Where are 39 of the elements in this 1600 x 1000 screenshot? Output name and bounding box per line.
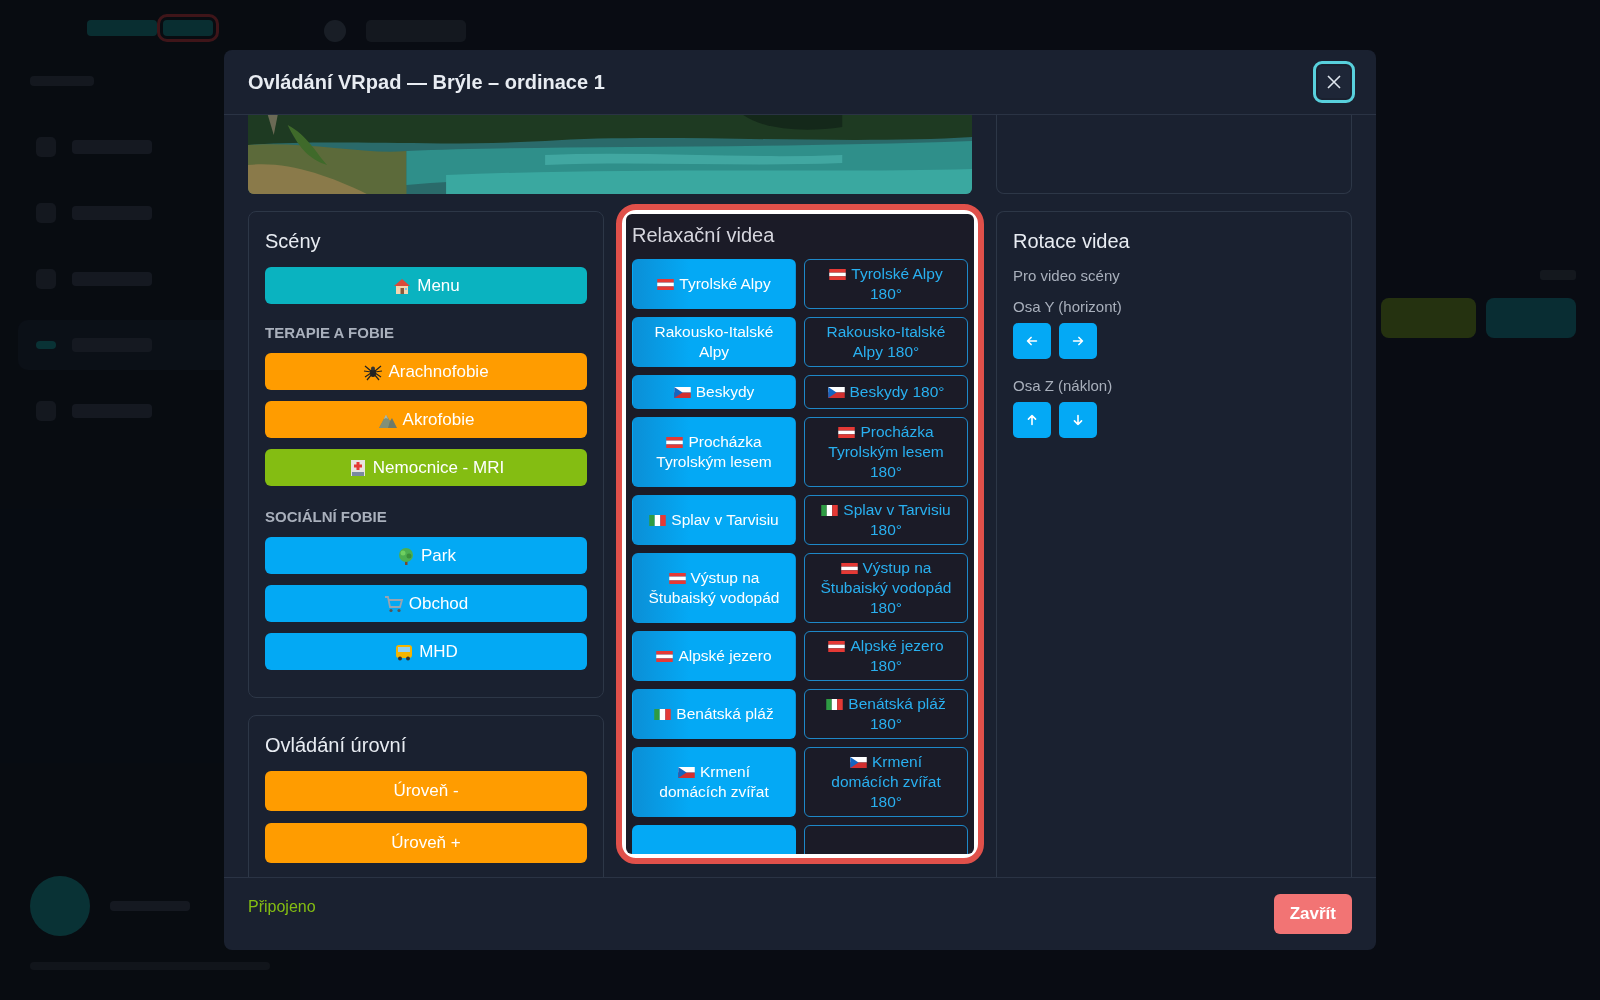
video-button[interactable]: Tyrolské Alpy — [632, 259, 796, 309]
video-button[interactable]: Beskydy — [632, 375, 796, 409]
video-button[interactable]: Procházka Tyrolským lesem — [632, 417, 796, 487]
scene-button[interactable]: Arachnofobie — [265, 353, 587, 390]
video-button[interactable]: Rakousko-Italské Alpy 180° — [804, 317, 968, 367]
panel-title: Scény — [265, 230, 322, 253]
scene-button[interactable]: Park — [265, 537, 587, 574]
close-dialog-button[interactable]: Zavřít — [1273, 894, 1352, 934]
video-button[interactable]: Benátská pláž — [632, 689, 796, 739]
axis-label: Osa Z (náklon) — [1013, 377, 1114, 394]
video-button[interactable]: Beskydy 180° — [804, 375, 968, 409]
panel-title: Ovládání úrovní — [265, 734, 408, 757]
video-button[interactable]: Splav v Tarvisiu — [632, 495, 796, 545]
panel-title: Rotace videa — [1013, 230, 1131, 253]
panel-subtitle: Pro video scény — [1013, 267, 1121, 284]
video-button[interactable]: Výstup na Štubaiský vodopád 180° — [804, 553, 968, 623]
connection-status: Připojeno — [248, 898, 316, 916]
video-button[interactable]: Tyrolské Alpy 180° — [804, 259, 968, 309]
video-button[interactable]: Krmení domácích zvířat — [632, 747, 796, 817]
scene-button[interactable]: MHD — [265, 633, 587, 670]
section-heading: SOCIÁLNÍ FOBIE — [265, 508, 388, 525]
scene-button[interactable]: Nemocnice - MRI — [265, 449, 587, 486]
axis-label: Osa Y (horizont) — [1013, 298, 1123, 315]
video-button[interactable]: Krmení domácích zvířat 180° — [804, 747, 968, 817]
video-button[interactable]: Alpské jezero 180° — [804, 631, 968, 681]
level-button[interactable]: Úroveň + — [265, 823, 587, 863]
dialog-title: Ovládání VRpad — Brýle – ordinace 1 — [248, 70, 605, 94]
panel-title: Relaxační videa — [632, 224, 776, 247]
video-button[interactable]: Splav v Tarvisiu 180° — [804, 495, 968, 545]
video-button[interactable]: Procházka Tyrolským lesem 180° — [804, 417, 968, 487]
video-button[interactable]: Rakousko-Italské Alpy — [632, 317, 796, 367]
video-button[interactable]: Alpské jezero — [632, 631, 796, 681]
video-button[interactable]: Výstup na Štubaiský vodopád — [632, 553, 796, 623]
level-button[interactable]: Úroveň - — [265, 771, 587, 811]
scene-button[interactable]: Akrofobie — [265, 401, 587, 438]
video-button[interactable]: Benátská pláž 180° — [804, 689, 968, 739]
section-heading: TERAPIE A FOBIE — [265, 324, 395, 341]
scene-button[interactable]: Menu — [265, 267, 587, 304]
scene-button[interactable]: Obchod — [265, 585, 587, 622]
